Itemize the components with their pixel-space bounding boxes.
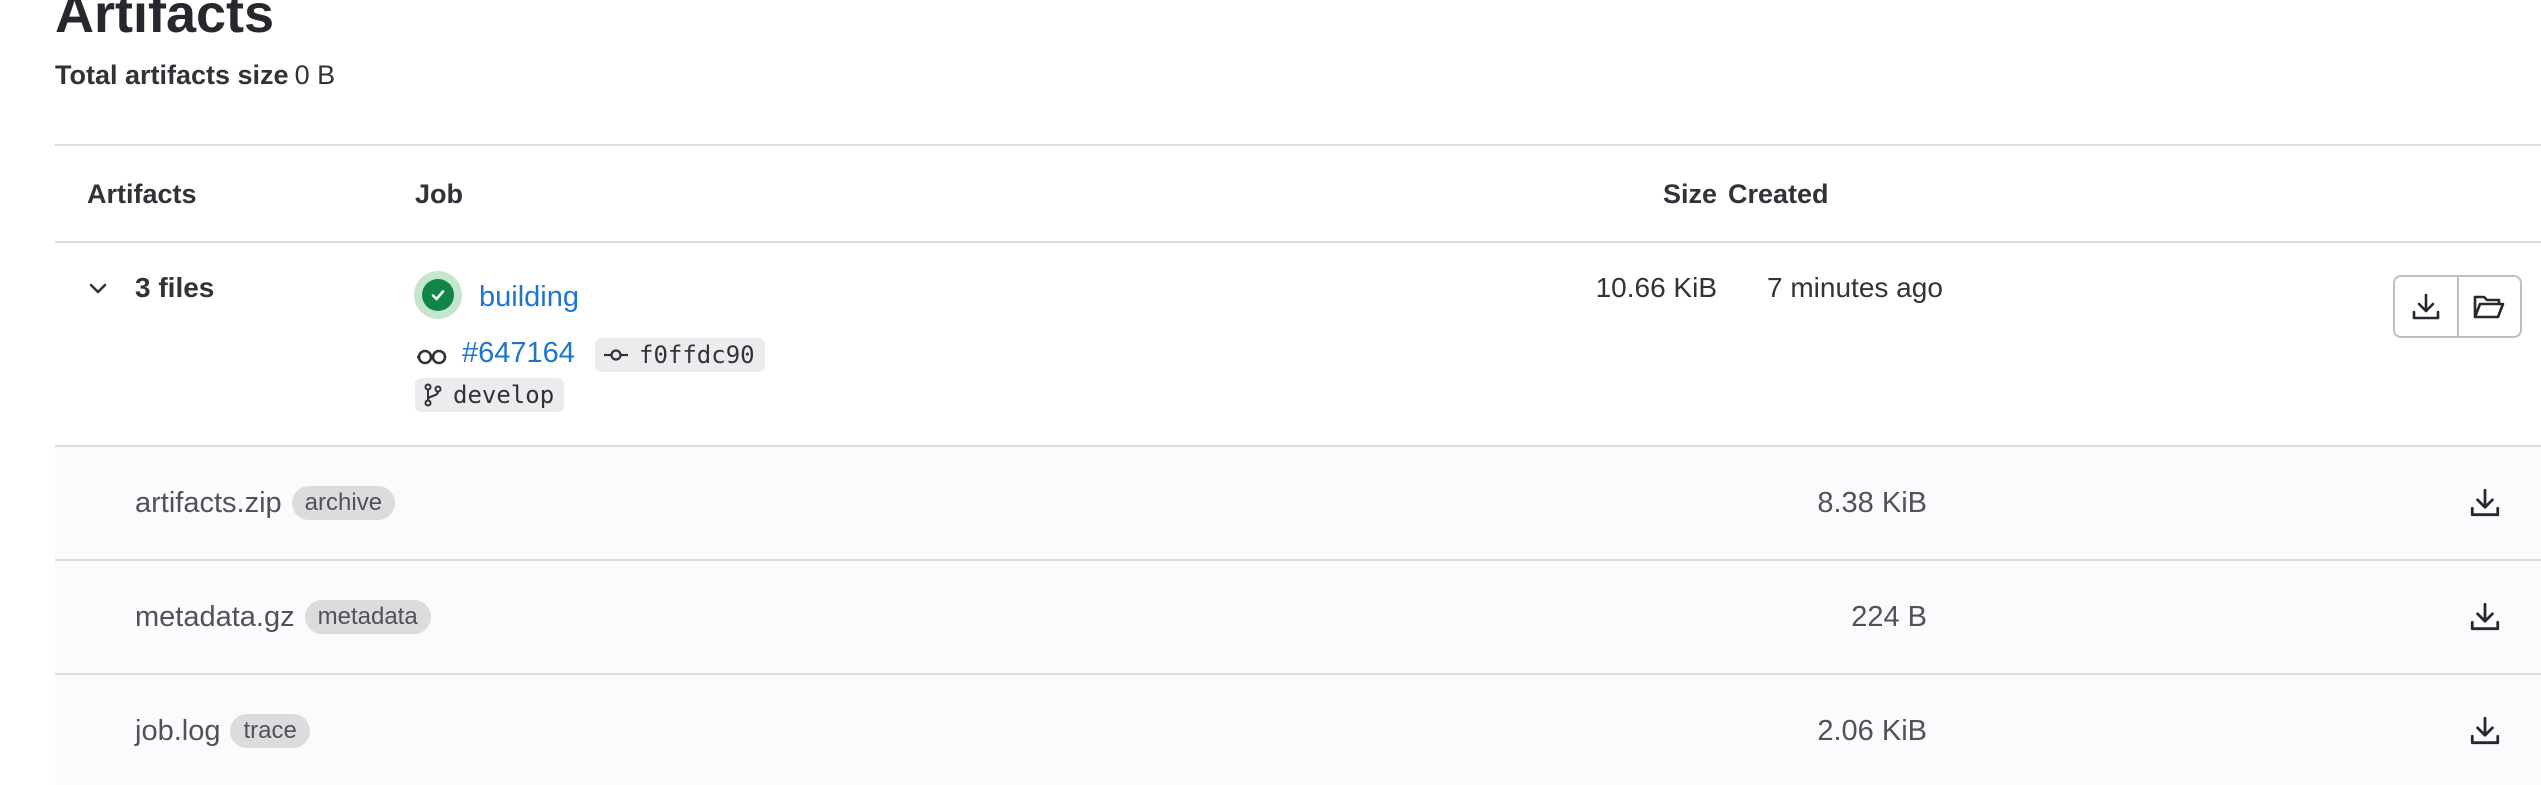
job-artifacts-size: 10.66 KiB [1595, 272, 1717, 303]
pipeline-link[interactable]: #647164 [462, 336, 575, 370]
browse-button[interactable] [2456, 277, 2521, 336]
download-icon [2412, 293, 2440, 319]
file-name: artifacts.zip [135, 487, 282, 519]
file-size: 224 B [1851, 601, 1927, 633]
file-name-cell: job.log trace [135, 713, 310, 749]
file-type-badge: archive [291, 486, 396, 520]
branch-icon [424, 383, 442, 407]
download-button[interactable] [2395, 277, 2457, 336]
job-created-time: 7 minutes ago [1767, 272, 1943, 303]
files-toggle[interactable]: 3 files [135, 271, 214, 305]
total-artifacts-size: Total artifacts size 0 B [55, 58, 335, 92]
file-type-badge: metadata [304, 600, 431, 634]
header-job: Job [415, 179, 464, 209]
header-created: Created [1728, 179, 1829, 209]
branch-name: develop [453, 381, 555, 409]
file-size: 8.38 KiB [1817, 487, 1927, 519]
commit-sha-chip[interactable]: f0ffdc90 [595, 338, 765, 372]
header-size: Size [1662, 179, 1717, 209]
folder-open-icon [2473, 295, 2505, 318]
file-row: job.log trace 2.06 KiB [55, 675, 2541, 785]
file-name-cell: artifacts.zip archive [135, 485, 396, 521]
artifacts-table: Artifacts Job Size Created 3 files build… [55, 144, 2541, 785]
file-name: metadata.gz [135, 601, 295, 633]
file-type-badge: trace [230, 714, 310, 748]
job-actions [2393, 275, 2522, 338]
file-row: metadata.gz metadata 224 B [55, 561, 2541, 673]
total-size-label: Total artifacts size [55, 60, 289, 90]
file-size: 2.06 KiB [1817, 715, 1927, 747]
table-top-border [55, 144, 2541, 146]
download-icon[interactable] [2468, 714, 2502, 748]
job-name-link[interactable]: building [479, 280, 579, 314]
download-icon[interactable] [2468, 486, 2502, 520]
file-name: job.log [135, 715, 221, 747]
chevron-down-icon[interactable] [88, 278, 108, 298]
pipeline-icon [415, 340, 449, 374]
artifacts-page: Artifacts Total artifacts size 0 B Artifa… [0, 0, 2541, 785]
commit-sha: f0ffdc90 [639, 341, 755, 369]
status-success-icon[interactable] [414, 271, 462, 319]
branch-chip[interactable]: develop [415, 378, 565, 412]
header-divider [55, 241, 2541, 243]
download-icon[interactable] [2468, 600, 2502, 634]
total-size-value: 0 B [294, 60, 336, 90]
file-name-cell: metadata.gz metadata [135, 599, 431, 635]
page-title: Artifacts [55, 0, 275, 44]
commit-icon [604, 349, 628, 361]
file-row: artifacts.zip archive 8.38 KiB [55, 447, 2541, 559]
header-artifacts: Artifacts [87, 179, 197, 209]
